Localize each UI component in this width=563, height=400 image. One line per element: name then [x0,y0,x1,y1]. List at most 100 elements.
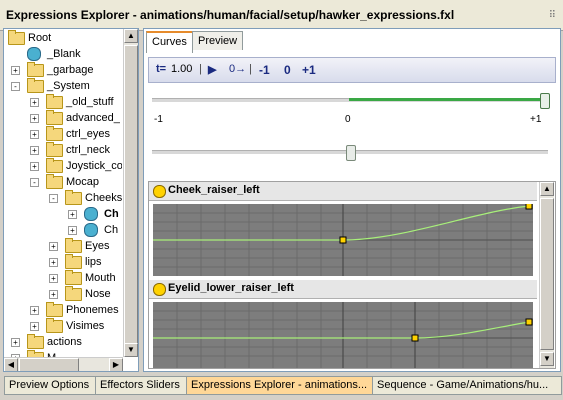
tick-max: +1 [530,114,542,125]
folder-icon [65,238,82,253]
smiley-icon [153,283,166,296]
tree-item-label: Ch [104,224,119,236]
expand-icon[interactable]: + [49,242,58,251]
curve-graph-cheek-raiser[interactable] [153,204,533,276]
scroll-right-icon[interactable]: ▶ [109,358,123,371]
folder-icon [46,126,63,141]
folder-icon [46,110,63,125]
expand-icon[interactable]: + [11,66,20,75]
folder-icon [46,94,63,109]
collapse-icon[interactable]: - [11,82,20,91]
folder-icon [65,286,82,301]
face-icon [84,207,98,221]
folder-icon [65,254,82,269]
curve-graph-eyelid-lower-raiser[interactable] [153,302,533,368]
folder-icon [27,62,44,77]
scroll-up-icon[interactable]: ▲ [124,29,138,43]
tree-horizontal-scrollbar[interactable]: ◀ ▶ [4,357,123,371]
tree-item-label: Nose [85,288,111,300]
set-minus-one-button[interactable]: -1 [259,63,270,77]
scroll-thumb[interactable] [540,198,554,350]
folder-icon [46,142,63,157]
collapse-icon[interactable]: - [30,178,39,187]
folder-icon [27,334,44,349]
folder-icon [46,174,63,189]
tree-item-label: ctrl_neck [66,144,111,156]
face-icon [27,47,41,61]
window-title: Expressions Explorer - animations/human/… [6,8,455,22]
scroll-left-icon[interactable]: ◀ [4,358,18,371]
expand-icon[interactable]: + [68,226,77,235]
weight-slider-fill [349,98,545,101]
expand-icon[interactable]: + [30,306,39,315]
curve-header-cheek-raiser[interactable]: Cheek_raiser_left [149,182,537,201]
weight-slider-knob[interactable] [540,93,550,109]
curve-vertical-scrollbar[interactable]: ▲ ▼ [539,182,554,368]
curve-title: Cheek_raiser_left [168,184,260,196]
expand-icon[interactable]: + [30,98,39,107]
time-value[interactable]: 1.00 [171,63,192,75]
smiley-icon [153,185,166,198]
scroll-thumb[interactable] [124,45,138,345]
tree-item-label: M [47,350,56,357]
tree-item-label: _garbage [47,64,94,76]
tree-item-label: Phonemes [66,304,119,316]
folder-icon [46,302,63,317]
tree-item-label: ctrl_eyes [66,128,111,140]
curve-toolbar: t= 1.00 | ▶ 0→ | -1 0 +1 [148,57,556,83]
folder-icon [65,270,82,285]
hscroll-thumb[interactable] [19,358,79,371]
expand-icon[interactable]: + [30,146,39,155]
tree-item-label: Joystick_co [66,160,122,172]
expand-icon[interactable]: + [49,290,58,299]
tick-min: -1 [154,114,163,125]
tree-item-label: lips [85,256,102,268]
folder-icon [8,30,25,45]
curve-header-eyelid-lower-raiser[interactable]: Eyelid_lower_raiser_left [149,280,537,299]
tree-item-label: _Blank [47,48,81,60]
title-bar: Expressions Explorer - animations/human/… [0,0,563,31]
tree-vertical-scrollbar[interactable]: ▲ ▼ [123,29,138,357]
bottom-tab-bar: Preview Options Effectors Sliders Expres… [0,375,563,400]
collapse-icon[interactable]: - [49,194,58,203]
scroll-up-icon[interactable]: ▲ [540,182,554,196]
set-plus-one-button[interactable]: +1 [302,63,316,77]
tree-item-label: Ch [104,208,119,220]
weight-slider-area: -1 0 +1 [148,85,554,177]
scroll-down-icon[interactable]: ▼ [124,343,138,357]
expand-icon[interactable]: + [30,114,39,123]
curve-title: Eyelid_lower_raiser_left [168,282,294,294]
face-icon [84,223,98,237]
goto-zero-button[interactable]: 0→ [229,63,246,75]
tree-item-label: Mouth [85,272,116,284]
play-icon[interactable]: ▶ [208,63,216,76]
tree-item-label: actions [47,336,82,348]
tree-item-label: _old_stuff [66,96,114,108]
tab-preview[interactable]: Preview [192,31,244,50]
expand-icon[interactable]: + [30,322,39,331]
tick-mid: 0 [345,114,351,125]
tab-preview-options[interactable]: Preview Options [4,376,98,395]
expand-icon[interactable]: + [30,162,39,171]
folder-icon [46,158,63,173]
tab-expressions-explorer[interactable]: Expressions Explorer - animations... [186,376,374,395]
expand-icon[interactable]: + [49,258,58,267]
set-zero-button[interactable]: 0 [284,63,291,77]
scroll-down-icon[interactable]: ▼ [540,352,554,366]
expand-icon[interactable]: + [49,274,58,283]
tree-view: - Root _Blank + _garbage - _System + _old_stuff +… [4,29,122,357]
secondary-slider-knob[interactable] [346,145,356,161]
tab-effectors-sliders[interactable]: Effectors Sliders [95,376,191,395]
expand-icon[interactable]: + [68,210,77,219]
tree-item-label: Eyes [85,240,110,252]
tab-sequence[interactable]: Sequence - Game/Animations/hu... [372,376,562,395]
expand-icon[interactable]: + [30,130,39,139]
tree-item-label: Root [28,32,52,44]
tree-panel: - Root _Blank + _garbage - _System + _old_stuff +… [3,28,139,372]
grip-icon[interactable]: ⠿ [549,10,557,21]
tab-curves[interactable]: Curves [146,31,193,53]
expand-icon[interactable]: + [11,338,20,347]
tree-item-label: Cheeks [85,192,122,204]
tree-item-label: Visimes [66,320,105,332]
folder-icon [27,78,44,93]
